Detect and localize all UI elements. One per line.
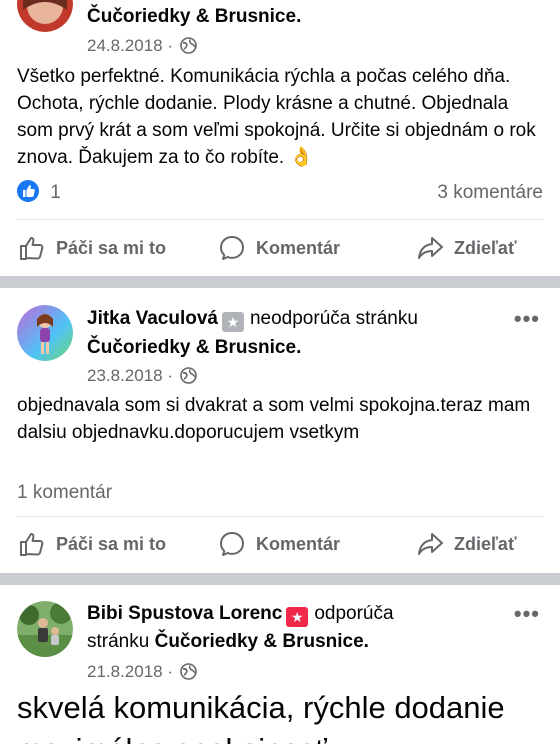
share-icon: [418, 237, 443, 259]
comment-label: Komentár: [256, 533, 341, 554]
post-separator: [0, 573, 560, 585]
more-options-button[interactable]: •••: [514, 601, 540, 627]
review-post: Jitka Vaculová ★ neodporúča stránku Čučori…: [0, 288, 560, 573]
post-header: Čučoriedky & Brusnice.: [87, 4, 301, 30]
action-bar: Páči sa mi to Komentár Zdieľať: [0, 524, 560, 564]
globe-icon: [179, 663, 197, 686]
post-header-line2: stránku Čučoriedky & Brusnice.: [87, 629, 369, 655]
page-link[interactable]: Čučoriedky & Brusnice.: [87, 337, 301, 358]
recommendation-verb: odporúča: [314, 603, 394, 624]
thumbs-up-icon: [20, 533, 44, 556]
avatar[interactable]: [17, 305, 73, 361]
comment-button[interactable]: Komentár: [218, 234, 340, 262]
post-body-line: skvelá komunikácia, rýchle dodanie: [17, 690, 505, 725]
page-link[interactable]: Čučoriedky & Brusnice.: [87, 6, 301, 27]
reaction-bar: 1 komentár: [17, 480, 543, 506]
post-separator: [0, 276, 560, 288]
post-header: Jitka Vaculová ★ neodporúča stránku: [87, 306, 418, 332]
recommendation-star-icon: ★: [286, 607, 309, 627]
review-post: Čučoriedky & Brusnice. 24.8.2018 · Všetk…: [0, 0, 560, 276]
share-icon: [418, 533, 443, 555]
avatar[interactable]: [17, 601, 73, 657]
post-meta: 24.8.2018 ·: [87, 35, 197, 60]
globe-icon: [179, 367, 197, 390]
comment-count[interactable]: 1 komentár: [17, 482, 112, 503]
post-body: objednavala som si dvakrat a som velmi s…: [17, 395, 531, 443]
like-reaction-icon[interactable]: [17, 180, 39, 202]
avatar[interactable]: [17, 0, 73, 32]
post-body-line: maximálna spokojnosť: [17, 729, 547, 744]
recommendation-verb-cont: stránku: [87, 631, 150, 652]
post-meta: 21.8.2018 ·: [87, 661, 197, 686]
post-date[interactable]: 24.8.2018 ·: [87, 36, 173, 55]
share-button[interactable]: Zdieľať: [416, 530, 517, 558]
recommendation-star-icon: ★: [221, 312, 244, 332]
post-header: Bibi Spustova Lorenc ★ odporúča: [87, 601, 394, 627]
like-button[interactable]: Páči sa mi to: [18, 530, 166, 558]
post-body: skvelá komunikácia, rýchle dodanie maxim…: [17, 687, 547, 744]
recommendation-verb: neodporúča stránku: [249, 308, 418, 329]
comment-label: Komentár: [256, 237, 341, 258]
author-name[interactable]: Bibi Spustova Lorenc: [87, 603, 282, 624]
author-name[interactable]: Jitka Vaculová: [87, 308, 218, 329]
like-label: Páči sa mi to: [56, 237, 167, 258]
page-link[interactable]: Čučoriedky & Brusnice.: [155, 631, 369, 652]
comment-icon: [220, 532, 244, 556]
post-date[interactable]: 21.8.2018 ·: [87, 662, 173, 681]
share-label: Zdieľať: [454, 533, 517, 554]
post-body: Všetko perfektné. Komunikácia rýchla a p…: [17, 66, 536, 168]
more-options-button[interactable]: •••: [514, 306, 540, 332]
review-post: Bibi Spustova Lorenc ★ odporúča stránku Ču…: [0, 585, 560, 744]
thumbs-up-icon: [20, 237, 44, 260]
action-bar: Páči sa mi to Komentár Zdieľať: [0, 228, 560, 268]
comment-count[interactable]: 3 komentáre: [437, 180, 543, 206]
like-button[interactable]: Páči sa mi to: [18, 234, 166, 262]
like-label: Páči sa mi to: [56, 533, 167, 554]
post-date[interactable]: 23.8.2018 ·: [87, 366, 173, 385]
comment-icon: [220, 236, 244, 260]
divider: [17, 219, 543, 220]
globe-icon: [179, 37, 197, 60]
comment-button[interactable]: Komentár: [218, 530, 340, 558]
reaction-count[interactable]: 1: [50, 182, 61, 203]
share-label: Zdieľať: [454, 237, 517, 258]
divider: [17, 516, 543, 517]
share-button[interactable]: Zdieľať: [416, 234, 517, 262]
post-header-line2: Čučoriedky & Brusnice.: [87, 335, 301, 361]
reaction-bar: 1 3 komentáre: [17, 180, 543, 206]
post-meta: 23.8.2018 ·: [87, 365, 197, 390]
